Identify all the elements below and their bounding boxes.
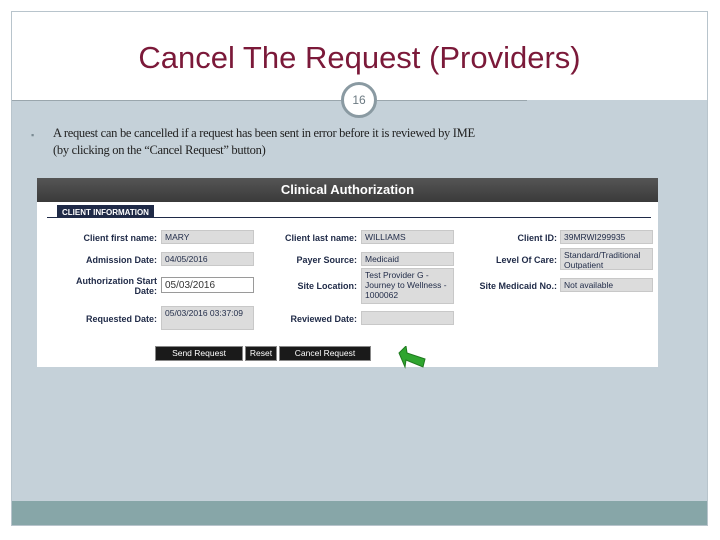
slide: Cancel The Request (Providers) 16 ▪ A re… <box>11 11 708 526</box>
client-id-label: Client ID: <box>517 233 558 243</box>
client-first-name-field: MARY <box>161 230 254 244</box>
payer-source-field: Medicaid <box>361 252 454 266</box>
bullet-icon: ▪ <box>31 130 35 140</box>
embedded-screenshot: Clinical Authorization CLIENT INFORMATIO… <box>37 178 658 369</box>
client-last-name-label: Client last name: <box>284 233 357 243</box>
authorization-start-date-label: Authorization Start Date: <box>47 276 157 296</box>
client-last-name-field: WILLIAMS <box>361 230 454 244</box>
divider-right <box>377 100 527 101</box>
client-first-name-label: Client first name: <box>83 233 157 243</box>
body-text: A request can be cancelled if a request … <box>53 125 573 159</box>
site-location-label: Site Location: <box>297 281 357 291</box>
cancel-request-button[interactable]: Cancel Request <box>279 346 371 361</box>
authorization-start-label-line-1: Authorization Start <box>76 276 157 286</box>
send-request-button[interactable]: Send Request <box>155 346 243 361</box>
level-of-care-label: Level Of Care: <box>495 255 557 265</box>
body-text-line-1: A request can be cancelled if a request … <box>53 126 475 140</box>
site-medicaid-field: Not available <box>560 278 653 292</box>
reset-button[interactable]: Reset <box>245 346 277 361</box>
site-location-field: Test Provider G - Journey to Wellness - … <box>361 268 454 304</box>
site-medicaid-label: Site Medicaid No.: <box>479 281 557 291</box>
payer-source-label: Payer Source: <box>296 255 357 265</box>
client-id-field: 39MRWI299935 <box>560 230 653 244</box>
body-text-line-2: (by clicking on the “Cancel Request” but… <box>53 143 266 157</box>
admission-date-field: 04/05/2016 <box>161 252 254 266</box>
pointer-arrow-icon <box>398 346 426 369</box>
client-information-form: Client first name: MARY Client last name… <box>47 218 653 363</box>
requested-date-field: 05/03/2016 03:37:09 <box>161 306 254 330</box>
clinical-authorization-header: Clinical Authorization <box>37 178 658 202</box>
page-number-badge: 16 <box>341 82 377 118</box>
admission-date-label: Admission Date: <box>85 255 157 265</box>
authorization-start-date-input[interactable]: 05/03/2016 <box>161 277 254 293</box>
level-of-care-field: Standard/Traditional Outpatient <box>560 248 653 270</box>
footer-bar <box>12 501 707 525</box>
requested-date-label: Requested Date: <box>85 314 157 324</box>
reviewed-date-label: Reviewed Date: <box>290 314 357 324</box>
slide-title: Cancel The Request (Providers) <box>138 40 581 75</box>
divider-left <box>12 100 341 101</box>
reviewed-date-field <box>361 311 454 325</box>
authorization-start-label-line-2: Date: <box>134 286 157 296</box>
